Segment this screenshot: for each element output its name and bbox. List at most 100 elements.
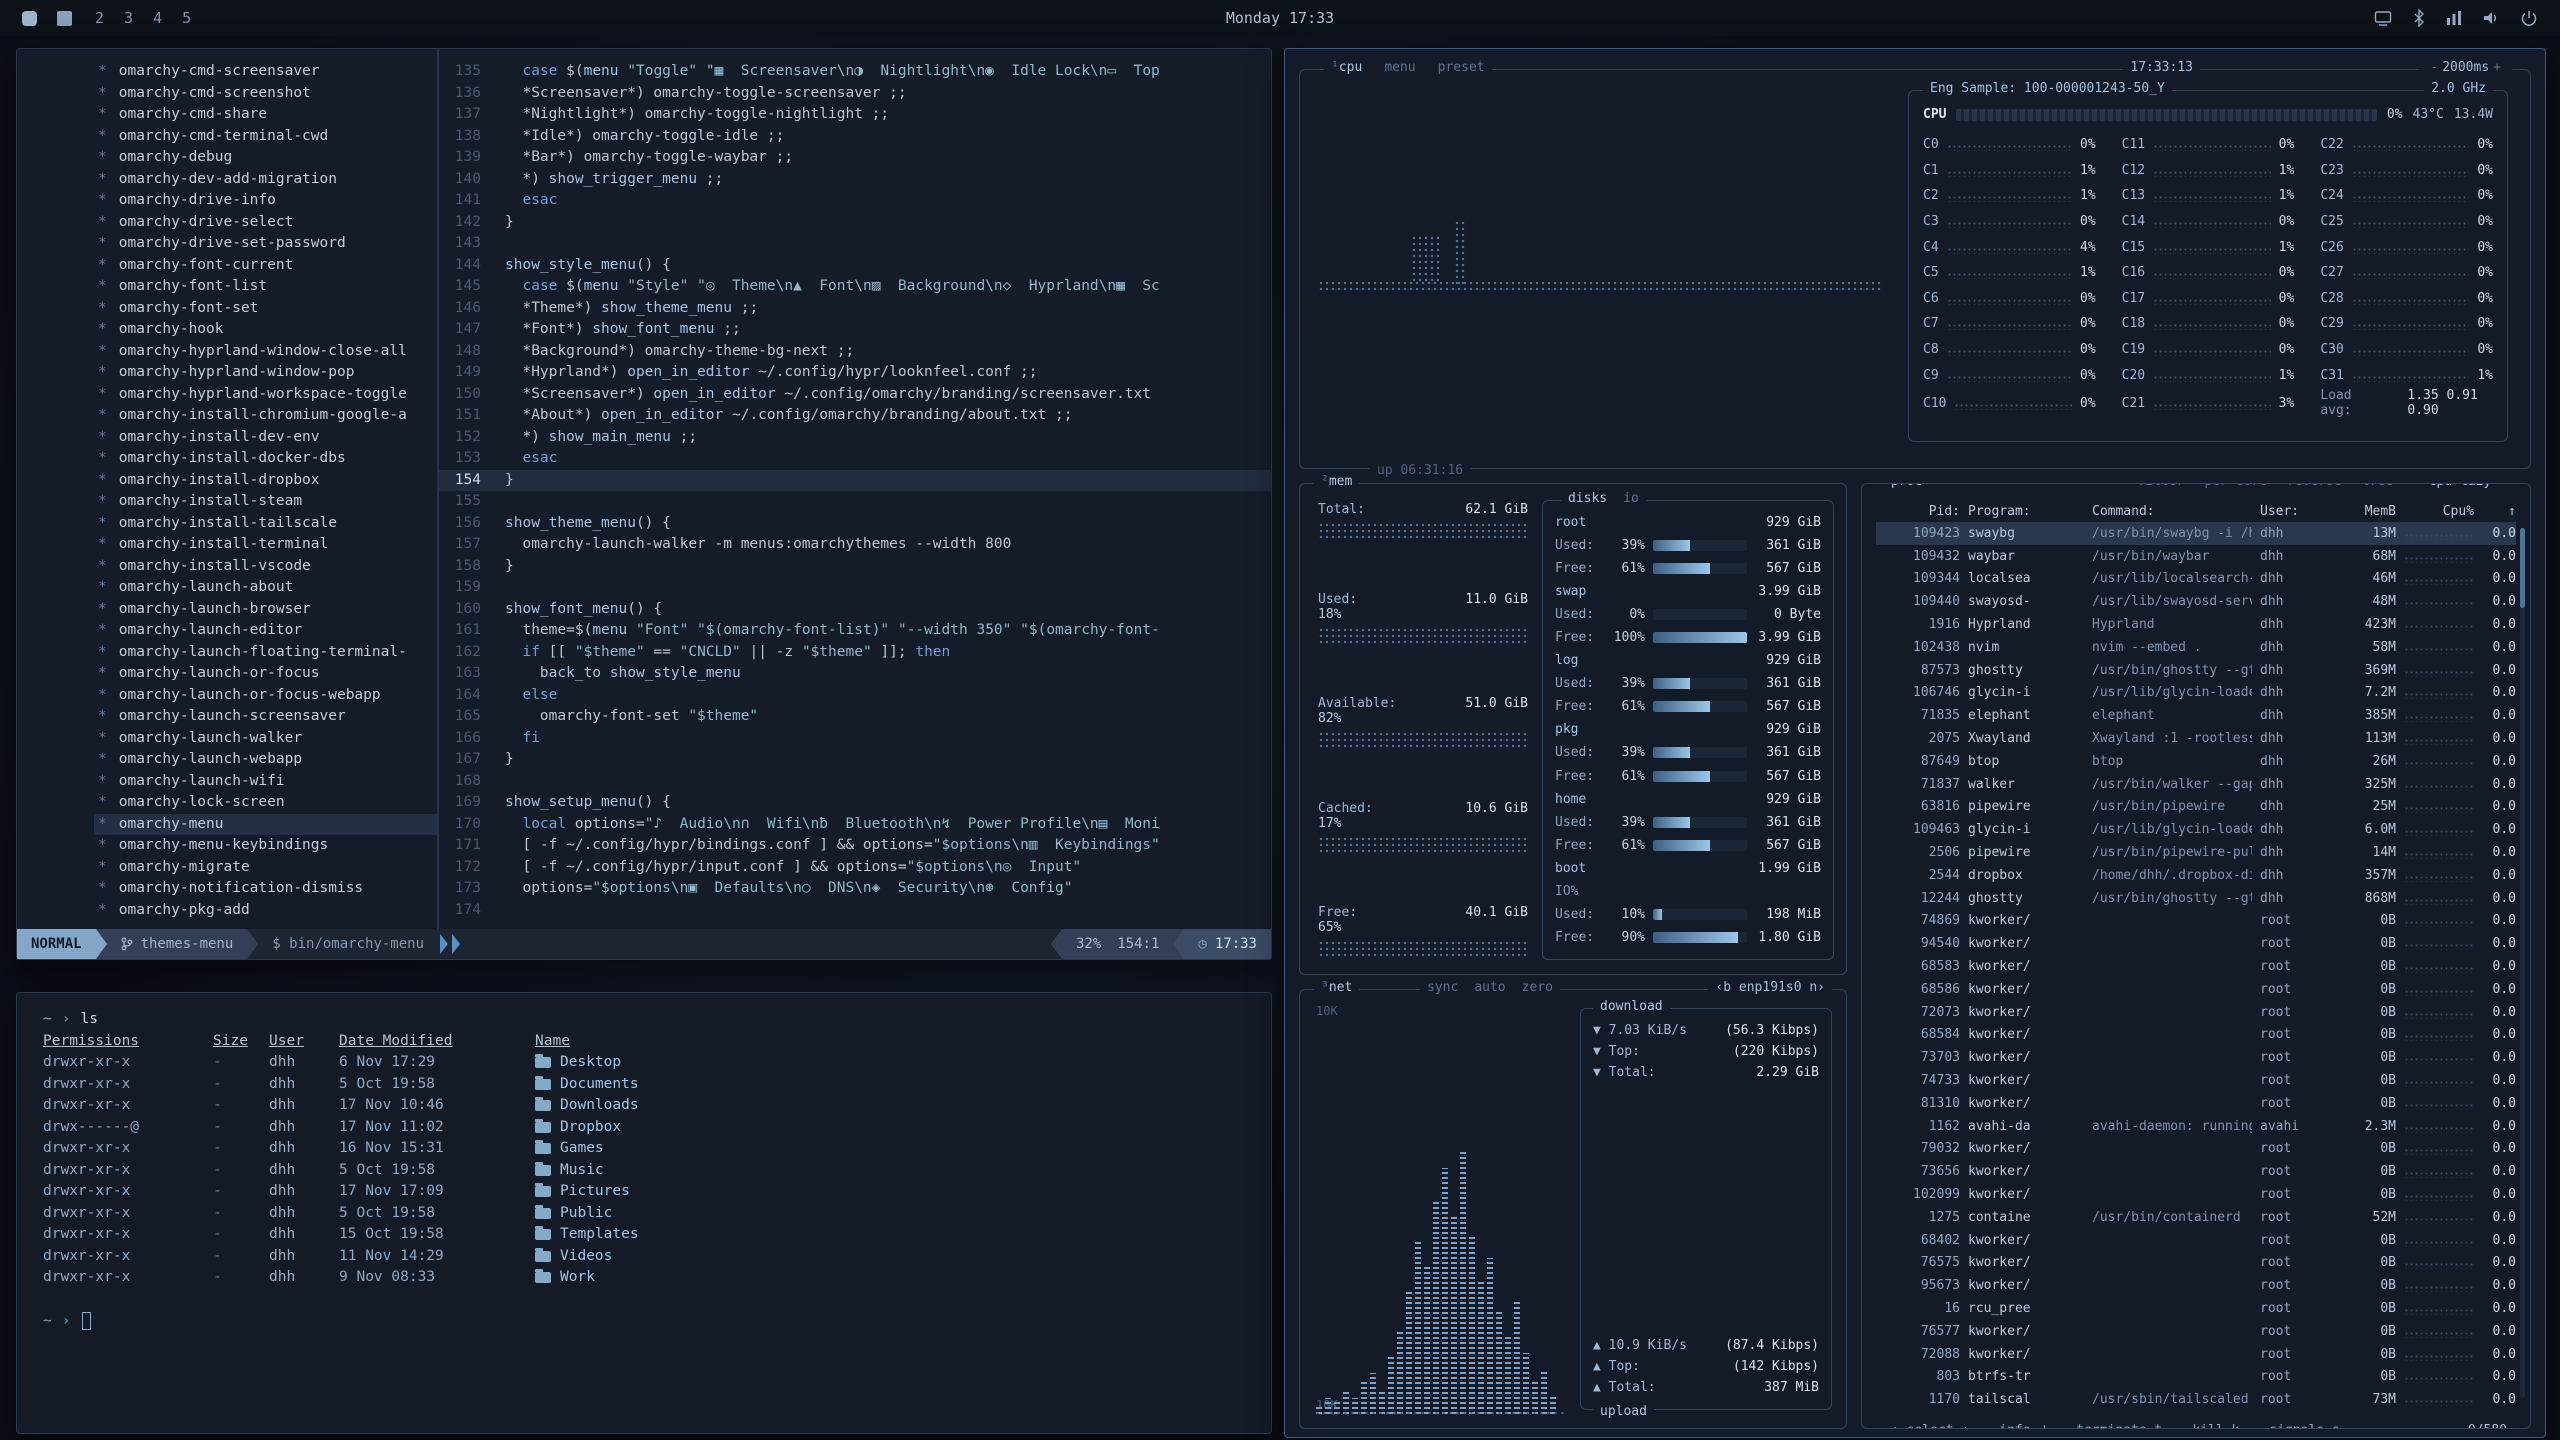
file-item[interactable]: *omarchy-hyprland-window-pop	[94, 362, 437, 384]
code-line[interactable]: 152 *) show_main_menu ;;	[439, 427, 1271, 449]
file-item[interactable]: *omarchy-drive-select	[94, 212, 437, 234]
process-row[interactable]: 73703 kworker/ root 0B 0.0	[1876, 1046, 2516, 1069]
footer-keybind[interactable]: terminate t	[2076, 1423, 2162, 1429]
file-item[interactable]: *omarchy-install-terminal	[94, 534, 437, 556]
net-sync-toggle[interactable]: sync	[1427, 980, 1458, 995]
file-explorer[interactable]: *omarchy-cmd-screensaver *omarchy-cmd-sc…	[17, 49, 437, 929]
code-line[interactable]: 143	[439, 233, 1271, 255]
col-user[interactable]: User:	[2260, 504, 2324, 519]
code-line[interactable]: 165 omarchy-font-set "$theme"	[439, 706, 1271, 728]
process-row[interactable]: 109344 localsea /usr/lib/localsearch-ex …	[1876, 568, 2516, 591]
code-line[interactable]: 167}	[439, 749, 1271, 771]
process-row[interactable]: 87573 ghostty /usr/bin/ghostty --gtk- dh…	[1876, 659, 2516, 682]
file-item[interactable]: *omarchy-launch-screensaver	[94, 706, 437, 728]
code-line[interactable]: 138 *Idle*) omarchy-toggle-idle ;;	[439, 126, 1271, 148]
code-line[interactable]: 136 *Screensaver*) omarchy-toggle-screen…	[439, 83, 1271, 105]
process-row[interactable]: 2544 dropbox /home/dhh/.dropbox-dist dhh…	[1876, 864, 2516, 887]
net-auto-toggle[interactable]: auto	[1474, 980, 1505, 995]
directory-name[interactable]: Music	[535, 1160, 1245, 1182]
process-row[interactable]: 803 btrfs-tr root 0B 0.0	[1876, 1365, 2516, 1388]
process-row[interactable]: 72088 kworker/ root 0B 0.0	[1876, 1343, 2516, 1366]
code-line[interactable]: 173 options="$options\n▣ Defaults\n○ DNS…	[439, 878, 1271, 900]
proc-scrollbar[interactable]	[2520, 528, 2525, 1398]
process-row[interactable]: 1916 Hyprland Hyprland dhh 423M 0.0	[1876, 613, 2516, 636]
code-line[interactable]: 137 *Nightlight*) omarchy-toggle-nightli…	[439, 104, 1271, 126]
proc-percore-toggle[interactable]: per-core	[2204, 483, 2267, 489]
active-prompt[interactable]: ~ ›	[43, 1311, 1245, 1333]
process-row[interactable]: 2506 pipewire /usr/bin/pipewire-pulse dh…	[1876, 841, 2516, 864]
code-line[interactable]: 168	[439, 771, 1271, 793]
code-line[interactable]: 145 case $(menu "Style" "◎ Theme\n▲ Font…	[439, 276, 1271, 298]
col-memb[interactable]: MemB	[2332, 504, 2396, 519]
proc-sort-selector[interactable]: ‹ cpu lazy ›	[2413, 483, 2507, 489]
code-line[interactable]: 150 *Screensaver*) open_in_editor ~/.con…	[439, 384, 1271, 406]
file-item[interactable]: *omarchy-install-tailscale	[94, 513, 437, 535]
process-row[interactable]: 12244 ghostty /usr/bin/ghostty --gtk- dh…	[1876, 887, 2516, 910]
file-item[interactable]: *omarchy-font-current	[94, 255, 437, 277]
process-row[interactable]: 68583 kworker/ root 0B 0.0	[1876, 955, 2516, 978]
code-line[interactable]: 153 esac	[439, 448, 1271, 470]
process-row[interactable]: 94540 kworker/ root 0B 0.0	[1876, 932, 2516, 955]
code-line[interactable]: 140 *) show_trigger_menu ;;	[439, 169, 1271, 191]
power-icon[interactable]	[2520, 9, 2538, 27]
process-row[interactable]: 102099 kworker/ root 0B 0.0	[1876, 1183, 2516, 1206]
directory-name[interactable]: Videos	[535, 1246, 1245, 1268]
code-line[interactable]: 146 *Theme*) show_theme_menu ;;	[439, 298, 1271, 320]
file-item[interactable]: *omarchy-drive-set-password	[94, 233, 437, 255]
net-zero-toggle[interactable]: zero	[1522, 980, 1553, 995]
directory-name[interactable]: Downloads	[535, 1095, 1245, 1117]
code-line[interactable]: 159	[439, 577, 1271, 599]
process-row[interactable]: 109423 swaybg /usr/bin/swaybg -i /hom dh…	[1876, 522, 2516, 545]
file-item[interactable]: *omarchy-dev-add-migration	[94, 169, 437, 191]
tab-preset[interactable]: preset	[1438, 60, 1485, 75]
sort-direction-icon[interactable]: ↑	[2482, 504, 2516, 519]
file-item[interactable]: *omarchy-menu-keybindings	[94, 835, 437, 857]
mem-box-title[interactable]: ²mem	[1314, 474, 1359, 489]
process-row[interactable]: 1170 tailscal /usr/sbin/tailscaled -- ro…	[1876, 1388, 2516, 1411]
process-row[interactable]: 106746 glycin-i /usr/lib/glycin-loaders …	[1876, 682, 2516, 705]
process-row[interactable]: 74869 kworker/ root 0B 0.0	[1876, 910, 2516, 933]
code-line[interactable]: 161 theme=$(menu "Font" "$(omarchy-font-…	[439, 620, 1271, 642]
file-item[interactable]: *omarchy-font-set	[94, 298, 437, 320]
process-row[interactable]: 71837 walker /usr/bin/walker --gappl dhh…	[1876, 773, 2516, 796]
proc-box-title[interactable]: ⁴proc	[1876, 483, 1929, 489]
file-item[interactable]: *omarchy-lock-screen	[94, 792, 437, 814]
col-command[interactable]: Command:	[2092, 504, 2252, 519]
process-row[interactable]: 109440 swayosd- /usr/lib/swayosd-server …	[1876, 590, 2516, 613]
process-row[interactable]: 81310 kworker/ root 0B 0.0	[1876, 1092, 2516, 1115]
code-line[interactable]: 166 fi	[439, 728, 1271, 750]
process-row[interactable]: 102438 nvim nvim --embed . dhh 58M 0.0	[1876, 636, 2516, 659]
code-line[interactable]: 151 *About*) open_in_editor ~/.config/om…	[439, 405, 1271, 427]
file-item[interactable]: *omarchy-migrate	[94, 857, 437, 879]
interval-plus-button[interactable]: +	[2489, 60, 2505, 75]
file-item[interactable]: *omarchy-launch-or-focus	[94, 663, 437, 685]
code-line[interactable]: 149 *Hyprland*) open_in_editor ~/.config…	[439, 362, 1271, 384]
file-item[interactable]: *omarchy-cmd-screenshot	[94, 83, 437, 105]
process-row[interactable]: 73656 kworker/ root 0B 0.0	[1876, 1160, 2516, 1183]
file-item[interactable]: *omarchy-hyprland-window-close-all	[94, 341, 437, 363]
process-row[interactable]: 63816 pipewire /usr/bin/pipewire dhh 25M…	[1876, 796, 2516, 819]
code-line[interactable]: 142}	[439, 212, 1271, 234]
bluetooth-icon[interactable]	[2412, 9, 2426, 27]
col-pid[interactable]: Pid:	[1876, 504, 1960, 519]
process-row[interactable]: 68584 kworker/ root 0B 0.0	[1876, 1024, 2516, 1047]
process-row[interactable]: 79032 kworker/ root 0B 0.0	[1876, 1138, 2516, 1161]
process-row[interactable]: 74733 kworker/ root 0B 0.0	[1876, 1069, 2516, 1092]
code-line[interactable]: 141 esac	[439, 190, 1271, 212]
footer-keybind[interactable]: signals s	[2269, 1423, 2339, 1429]
stats-icon[interactable]	[2446, 9, 2462, 27]
col-cpu[interactable]: Cpu%	[2404, 504, 2474, 519]
process-row[interactable]: 16 rcu_pree root 0B 0.0	[1876, 1297, 2516, 1320]
process-row[interactable]: 87649 btop btop dhh 26M 0.0	[1876, 750, 2516, 773]
file-item[interactable]: *omarchy-menu	[94, 814, 437, 836]
code-line[interactable]: 164 else	[439, 685, 1271, 707]
process-row[interactable]: 2075 Xwayland Xwayland :1 -rootless - dh…	[1876, 727, 2516, 750]
directory-name[interactable]: Public	[535, 1203, 1245, 1225]
code-line[interactable]: 147 *Font*) show_font_menu ;;	[439, 319, 1271, 341]
code-line[interactable]: 139 *Bar*) omarchy-toggle-waybar ;;	[439, 147, 1271, 169]
file-item[interactable]: *omarchy-install-dropbox	[94, 470, 437, 492]
file-item[interactable]: *omarchy-cmd-screensaver	[94, 61, 437, 83]
process-row[interactable]: 109463 glycin-i /usr/lib/glycin-loaders …	[1876, 818, 2516, 841]
process-row[interactable]: 76575 kworker/ root 0B 0.0	[1876, 1252, 2516, 1275]
proc-reverse-toggle[interactable]: reverse	[2287, 483, 2342, 489]
